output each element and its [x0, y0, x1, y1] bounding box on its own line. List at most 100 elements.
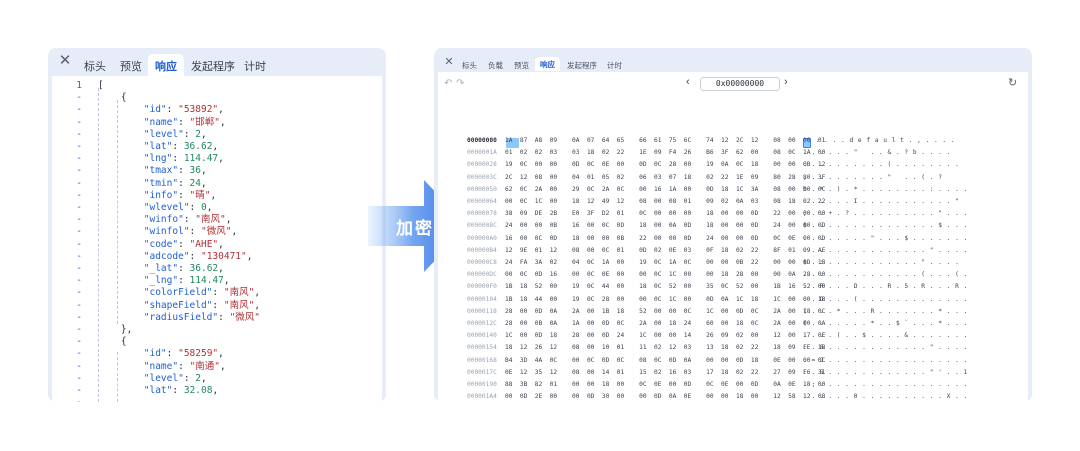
- code-line: },: [98, 324, 133, 335]
- code-line: "wlevel": 0,: [143, 202, 213, 213]
- code-line: "tmax": 36,: [143, 165, 207, 177]
- line-number: -: [76, 275, 82, 287]
- hex-bytes: 00 0D 2E 00 00 0D 30 00 00 0D 0A 0E 00 0…: [505, 393, 826, 401]
- tab-timing[interactable]: 计时: [607, 60, 622, 71]
- hex-bytes: 1C 00 0D 18 28 00 0D 24 1C 00 00 14 26 0…: [505, 332, 826, 340]
- line-number: -: [76, 311, 82, 323]
- code-line: "name": "邯郸",: [143, 116, 226, 128]
- hex-bytes: 00 0C 1C 00 18 12 49 12 08 00 08 01 09 0…: [505, 198, 826, 205]
- tab-response[interactable]: 响应: [535, 57, 560, 71]
- code-line: "tmin": 24,: [143, 177, 207, 189]
- chevron-right-icon[interactable]: ›: [784, 76, 788, 88]
- chevron-left-icon[interactable]: ‹: [686, 76, 690, 88]
- line-number: -: [76, 360, 82, 372]
- offset-input[interactable]: 0x00000000: [700, 77, 780, 91]
- hex-ascii: . . & . . . . . . . . . . . . " . . . .: [803, 344, 968, 352]
- code-line: "winfol": "微风",: [143, 226, 238, 238]
- code-line: "_lng": 114.47,: [143, 275, 230, 287]
- hex-address: 000000A0: [467, 234, 497, 242]
- code-line: [: [98, 80, 104, 91]
- hex-address: 0000001A: [467, 149, 497, 157]
- line-number: -: [76, 299, 82, 311]
- hex-ascii: $ . : . . . . . . . . . . . " . . . .: [803, 259, 960, 266]
- code-line: "shapeField": "南风",: [143, 299, 261, 311]
- hex-bytes: B4 3D 4A 0C 00 0C 0D 0C 08 0C 0D 0A 00 0…: [505, 356, 826, 364]
- line-number: -: [76, 92, 82, 104]
- code-line: "level": 2,: [143, 128, 207, 140]
- hex-bytes: 24 FA 3A 02 04 0C 1A 00 19 0C 1A 0C 00 0…: [505, 259, 826, 266]
- hex-ascii: . . 5 . . . . . . . . . . . . " ' . . 1: [803, 368, 968, 376]
- hex-bytes: 1A 87 A8 09 0A 07 64 65 66 61 75 6C 74 1…: [505, 137, 826, 144]
- hex-address: 00000104: [467, 295, 497, 303]
- hex-ascii: ( . . . . . . . * . . $ ` . . . * . . .: [803, 320, 968, 327]
- hex-ascii: . . . . . . . . . . . . . . . " . . . .: [803, 246, 968, 254]
- undo-icon[interactable]: ↶: [444, 78, 452, 89]
- json-code-viewer[interactable]: 1-------------------------- [ { "id": "5…: [52, 76, 382, 402]
- line-number: -: [76, 141, 82, 152]
- line-number: -: [76, 372, 82, 384]
- code-line: "_lat": 36.62,: [143, 263, 224, 274]
- hex-address: 000000C8: [467, 259, 497, 266]
- response-panel-hex: ✕ 标头 负载 预览 响应 发起程序 计时 ↶ ↷ ‹ 0x00000000 ›…: [434, 48, 1032, 402]
- hex-address: 00000118: [467, 307, 497, 315]
- code-line: "name": "南通",: [143, 360, 226, 372]
- hex-ascii: . . . . . . I . . . . . . . . . . . ": [803, 198, 960, 205]
- line-number: -: [76, 336, 82, 348]
- code-line: "level": 2,: [143, 372, 207, 384]
- code-line: {: [98, 336, 127, 348]
- devtools-tab-bar: ✕ 标头 预览 响应 发起程序 计时: [48, 48, 386, 76]
- code-line: "colorField": "南风",: [143, 287, 261, 299]
- hex-bytes: 1B 18 52 00 19 0C 44 00 18 0C 52 00 35 0…: [505, 283, 826, 291]
- code-line: "radiusField": "微风": [143, 311, 261, 323]
- hex-ascii: . ; . . . . . . . . . . . . . . . . . .: [803, 381, 968, 388]
- line-number: -: [76, 214, 82, 226]
- hex-bytes: 62 0C 2A 00 29 0C 2A 0C 00 16 1A 00 0D 1…: [505, 185, 826, 193]
- line-number: -: [76, 177, 82, 189]
- hex-bytes: 24 00 00 0B 16 00 0C 0D 18 00 0A 0D 18 0…: [505, 222, 826, 230]
- hex-ascii: . . . . ( . . $ . . . . & . . . . . . .: [803, 332, 968, 340]
- code-line: "code": "AHE",: [143, 238, 224, 250]
- tab-initiator[interactable]: 发起程序: [567, 60, 597, 71]
- refresh-icon[interactable]: ↻: [1008, 76, 1017, 89]
- hex-address: 0000012C: [467, 320, 497, 327]
- hex-bytes: 00 0C 0D 16 00 0C 0E 00 00 0C 1C 00 00 1…: [505, 271, 826, 279]
- hex-ascii: . . . . . d e f a u l t . , . . . .: [803, 137, 956, 144]
- line-number: 1: [76, 80, 82, 91]
- hex-address: 00000064: [467, 198, 497, 205]
- hex-address: 00000154: [467, 344, 497, 352]
- line-number-gutter: 1--------------------------: [52, 76, 92, 402]
- hex-ascii: $ . . . . . . . . . . . . . . . $ . . .: [803, 222, 968, 230]
- tab-payload[interactable]: 负载: [488, 60, 503, 71]
- line-number: -: [76, 324, 82, 335]
- hex-bytes: 12 9E 01 12 08 00 0C 01 0D 02 0E 03 0F 1…: [505, 246, 826, 254]
- code-line: {: [98, 92, 127, 104]
- hex-ascii: . = J . . . . . . . . . . . . . . . . .: [803, 356, 968, 364]
- line-number: -: [76, 263, 82, 274]
- code-line: "lat": 36.62,: [143, 141, 219, 152]
- hex-ascii: . . . . . . . . . . ( . . . . . . . .: [803, 161, 960, 169]
- line-number: -: [76, 226, 82, 238]
- code-line: "info": "晴",: [143, 189, 217, 201]
- redo-icon[interactable]: ↷: [456, 78, 464, 89]
- tab-timing[interactable]: 计时: [244, 58, 266, 74]
- line-number: -: [76, 104, 82, 116]
- line-number: -: [52, 397, 82, 402]
- hex-address: 00000078: [467, 210, 497, 218]
- hex-ascii: . . R . . . D . . . R . 5 . R . . . R .: [803, 283, 968, 291]
- close-icon[interactable]: ✕: [443, 56, 455, 68]
- code-line: "id": "58259",: [143, 348, 224, 360]
- hex-ascii: ; . . + . ? . . . . . . . . . . " . . .: [803, 210, 968, 218]
- hex-bytes: 28 00 0B 0A 1A 00 0D 0C 2A 00 18 24 60 0…: [505, 320, 826, 327]
- code-line: "winfo": "南风",: [143, 214, 232, 226]
- encrypt-label: 加密: [396, 219, 434, 238]
- line-number: -: [76, 202, 82, 213]
- tab-headers[interactable]: 标头: [462, 60, 477, 71]
- tab-preview[interactable]: 预览: [514, 60, 529, 71]
- hex-viewer[interactable]: ↶ ↷ ‹ 0x00000000 › ↻ 00000000 1A 87 A8 09…: [438, 72, 1028, 402]
- code-line: "lat": 32.08,: [143, 385, 219, 396]
- tab-initiator[interactable]: 发起程序: [191, 58, 235, 74]
- close-icon[interactable]: ✕: [57, 53, 73, 69]
- tab-headers[interactable]: 标头: [84, 58, 106, 74]
- tab-preview[interactable]: 预览: [120, 58, 142, 74]
- tab-response[interactable]: 响应: [148, 54, 184, 76]
